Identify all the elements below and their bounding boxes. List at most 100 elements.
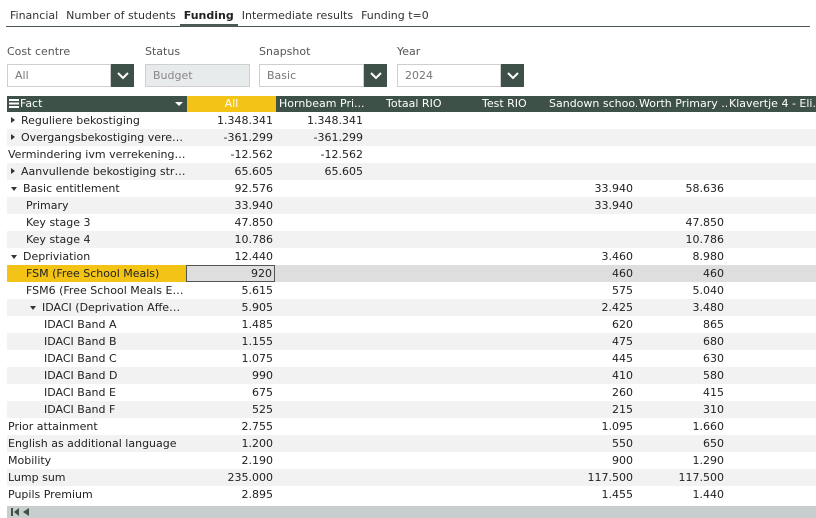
cell-hornbeam-pri[interactable] [277, 248, 365, 265]
cell-klavertje-4-eli[interactable] [727, 469, 816, 486]
cell-worth-primary[interactable]: 3.480 [637, 299, 726, 316]
cell-sandown-schoo[interactable]: 33.940 [547, 197, 635, 214]
cell-worth-primary[interactable]: 47.850 [637, 214, 726, 231]
cell-sandown-schoo[interactable]: 475 [547, 333, 635, 350]
scroll-left-icon[interactable] [23, 508, 29, 516]
cell-klavertje-4-eli[interactable] [727, 367, 816, 384]
cell-totaal-rio[interactable] [384, 435, 466, 452]
cell-worth-primary[interactable]: 580 [637, 367, 726, 384]
cell-sandown-schoo[interactable] [547, 146, 635, 163]
cell-totaal-rio[interactable] [384, 146, 466, 163]
cell-klavertje-4-eli[interactable] [727, 214, 816, 231]
table-row[interactable]: IDACI Band A 1.485 620 865 [7, 316, 816, 333]
cell-hornbeam-pri[interactable] [277, 418, 365, 435]
cell-worth-primary[interactable]: 5.040 [637, 282, 726, 299]
cell-all[interactable]: -12.562 [187, 146, 275, 163]
table-row[interactable]: Reguliere bekostiging 1.348.341 1.348.341 [7, 112, 816, 129]
cell-all[interactable]: 235.000 [187, 469, 275, 486]
horizontal-scrollbar[interactable] [7, 506, 816, 518]
table-row[interactable]: IDACI Band D 990 410 580 [7, 367, 816, 384]
cell-hornbeam-pri[interactable] [277, 367, 365, 384]
cell-totaal-rio[interactable] [384, 231, 466, 248]
cell-klavertje-4-eli[interactable] [727, 163, 816, 180]
tab-funding-t-0[interactable]: Funding t=0 [357, 6, 433, 26]
cell-totaal-rio[interactable] [384, 282, 466, 299]
collapse-icon[interactable] [11, 255, 17, 259]
table-row[interactable]: Overgangsbekostiging vereen... -361.299 -3… [7, 129, 816, 146]
tab-intermediate-results[interactable]: Intermediate results [238, 6, 357, 26]
cell-all[interactable]: 5.615 [187, 282, 275, 299]
cell-totaal-rio[interactable] [384, 452, 466, 469]
cell-totaal-rio[interactable] [384, 248, 466, 265]
cell-worth-primary[interactable]: 8.980 [637, 248, 726, 265]
row-label[interactable]: English as additional language [7, 435, 186, 452]
cell-klavertje-4-eli[interactable] [727, 486, 816, 503]
cell-sandown-schoo[interactable] [547, 112, 635, 129]
table-row[interactable]: Key stage 3 47.850 47.850 [7, 214, 816, 231]
cell-klavertje-4-eli[interactable] [727, 401, 816, 418]
cell-test-rio[interactable] [480, 452, 550, 469]
year-select[interactable]: 2024 [397, 64, 501, 87]
cell-all[interactable]: 2.190 [187, 452, 275, 469]
cell-klavertje-4-eli[interactable] [727, 146, 816, 163]
cell-all[interactable]: 1.075 [187, 350, 275, 367]
cell-hornbeam-pri[interactable] [277, 316, 365, 333]
row-label[interactable]: IDACI (Deprivation Affecti... [7, 299, 186, 316]
cell-worth-primary[interactable]: 415 [637, 384, 726, 401]
cell-totaal-rio[interactable] [384, 418, 466, 435]
row-label[interactable]: Basic entitlement [7, 180, 186, 197]
row-label[interactable]: IDACI Band D [7, 367, 186, 384]
cell-all[interactable]: 1.348.341 [187, 112, 275, 129]
table-row[interactable]: Vermindering ivm verrekening c... -12.562… [7, 146, 816, 163]
cell-hornbeam-pri[interactable] [277, 265, 365, 282]
cell-klavertje-4-eli[interactable] [727, 435, 816, 452]
cell-all[interactable]: 65.605 [187, 163, 275, 180]
cell-totaal-rio[interactable] [384, 214, 466, 231]
cell-hornbeam-pri[interactable]: -12.562 [277, 146, 365, 163]
table-row[interactable]: Depriviation 12.440 3.460 8.980 [7, 248, 816, 265]
column-header-all[interactable]: All [187, 96, 276, 112]
cell-all[interactable]: 92.576 [187, 180, 275, 197]
column-header-sandown[interactable]: Sandown schoo... [547, 96, 637, 112]
row-label[interactable]: Depriviation [7, 248, 186, 265]
cell-all[interactable]: 47.850 [187, 214, 275, 231]
row-label[interactable]: Key stage 4 [7, 231, 186, 248]
cell-sandown-schoo[interactable]: 1.095 [547, 418, 635, 435]
cost-centre-dropdown-button[interactable] [111, 64, 134, 87]
row-label[interactable]: Primary [7, 197, 186, 214]
cell-hornbeam-pri[interactable] [277, 197, 365, 214]
cell-all[interactable]: 1.485 [187, 316, 275, 333]
table-row[interactable]: Basic entitlement 92.576 33.940 58.636 [7, 180, 816, 197]
cell-sandown-schoo[interactable]: 3.460 [547, 248, 635, 265]
table-row[interactable]: Prior attainment 2.755 1.095 1.660 [7, 418, 816, 435]
cell-hornbeam-pri[interactable] [277, 231, 365, 248]
cell-all[interactable]: 675 [187, 384, 275, 401]
cell-all[interactable]: 5.905 [187, 299, 275, 316]
cell-worth-primary[interactable]: 58.636 [637, 180, 726, 197]
tab-funding[interactable]: Funding [179, 6, 238, 26]
cell-test-rio[interactable] [480, 129, 550, 146]
cell-worth-primary[interactable]: 10.786 [637, 231, 726, 248]
cell-totaal-rio[interactable] [384, 486, 466, 503]
cell-worth-primary[interactable]: 865 [637, 316, 726, 333]
row-label[interactable]: IDACI Band A [7, 316, 186, 333]
table-row[interactable]: IDACI (Deprivation Affecti... 5.905 2.425 3… [7, 299, 816, 316]
cell-all[interactable]: -361.299 [187, 129, 275, 146]
row-label[interactable]: Vermindering ivm verrekening c... [7, 146, 186, 163]
cell-worth-primary[interactable]: 680 [637, 333, 726, 350]
cell-test-rio[interactable] [480, 401, 550, 418]
cell-test-rio[interactable] [480, 214, 550, 231]
cell-sandown-schoo[interactable]: 260 [547, 384, 635, 401]
cell-sandown-schoo[interactable]: 445 [547, 350, 635, 367]
cell-klavertje-4-eli[interactable] [727, 231, 816, 248]
cell-test-rio[interactable] [480, 435, 550, 452]
cell-hornbeam-pri[interactable] [277, 282, 365, 299]
column-header-totaal-rio[interactable]: Totaal RIO [384, 96, 466, 112]
cell-worth-primary[interactable]: 630 [637, 350, 726, 367]
cell-all[interactable]: 10.786 [187, 231, 275, 248]
column-header-test-rio[interactable]: Test RIO [480, 96, 550, 112]
cell-sandown-schoo[interactable]: 33.940 [547, 180, 635, 197]
column-header-worth-primary[interactable]: Worth Primary ... [637, 96, 727, 112]
cell-sandown-schoo[interactable]: 215 [547, 401, 635, 418]
cell-hornbeam-pri[interactable] [277, 469, 365, 486]
